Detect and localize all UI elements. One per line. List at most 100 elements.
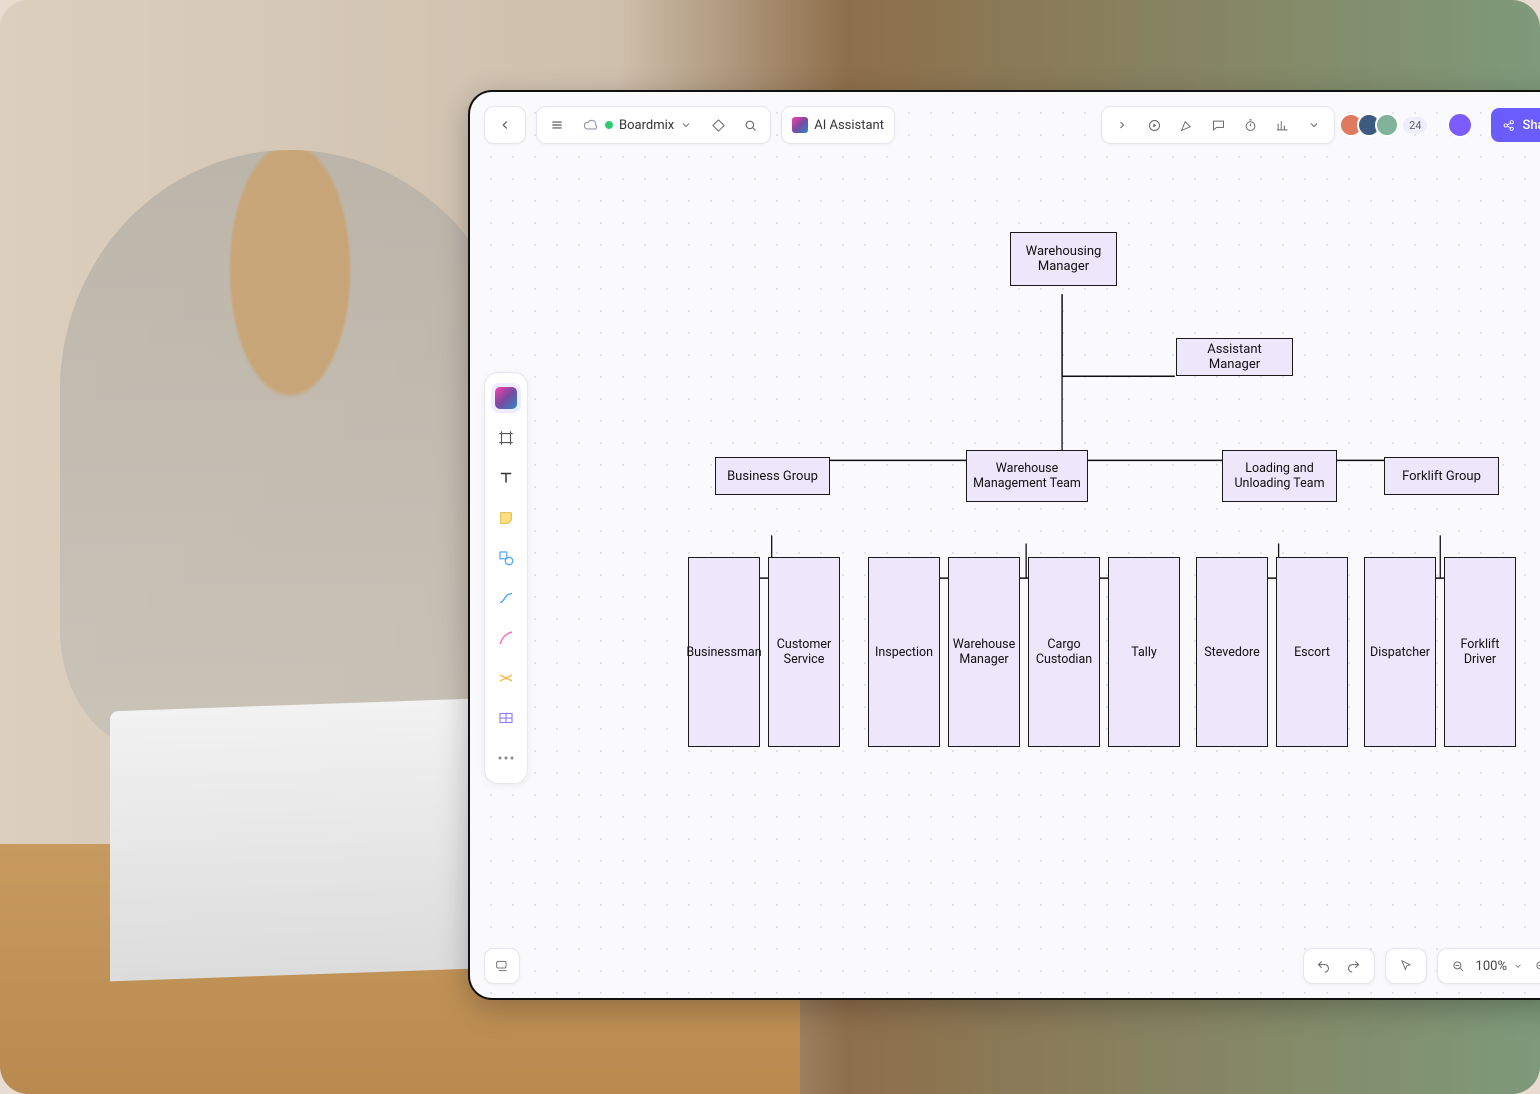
celebrate-button[interactable] bbox=[1172, 111, 1200, 139]
doc-name-label: Boardmix bbox=[619, 118, 674, 133]
minimap-button[interactable] bbox=[484, 948, 520, 984]
menu-button[interactable] bbox=[543, 111, 571, 139]
connector-icon bbox=[497, 589, 515, 607]
doc-title[interactable]: Boardmix bbox=[575, 117, 700, 133]
node-loading-unloading-team[interactable]: Loading and Unloading Team bbox=[1222, 450, 1337, 502]
table-tool[interactable] bbox=[491, 703, 521, 733]
text-tool[interactable] bbox=[491, 463, 521, 493]
node-dispatcher[interactable]: Dispatcher bbox=[1364, 557, 1436, 747]
node-label: Cargo Custodian bbox=[1035, 637, 1093, 667]
nav-group bbox=[484, 106, 526, 144]
connector-tool[interactable] bbox=[491, 583, 521, 613]
background-photo: Boardmix AI Assistant bbox=[0, 0, 1540, 1094]
node-label: Customer Service bbox=[775, 637, 833, 667]
cloud-icon bbox=[583, 117, 599, 133]
comment-button[interactable] bbox=[1204, 111, 1232, 139]
pointer-group bbox=[1385, 948, 1427, 984]
node-label: Tally bbox=[1131, 645, 1157, 660]
zoom-level[interactable]: 100% bbox=[1476, 959, 1507, 974]
table-icon bbox=[497, 709, 515, 727]
actions-group bbox=[1101, 106, 1335, 144]
node-business-group[interactable]: Business Group bbox=[715, 457, 830, 495]
node-assistant-manager[interactable]: Assistant Manager bbox=[1176, 338, 1293, 376]
undo-button[interactable] bbox=[1312, 954, 1336, 978]
timer-button[interactable] bbox=[1236, 111, 1264, 139]
current-user-avatar[interactable] bbox=[1447, 112, 1473, 138]
node-label: Forklift Group bbox=[1402, 469, 1481, 484]
chevron-left-icon bbox=[498, 118, 512, 132]
highlight-tool[interactable] bbox=[491, 663, 521, 693]
node-customer-service[interactable]: Customer Service bbox=[768, 557, 840, 747]
text-icon bbox=[497, 469, 515, 487]
chevron-right-icon bbox=[1116, 119, 1128, 131]
pen-icon bbox=[497, 629, 515, 647]
node-inspection[interactable]: Inspection bbox=[868, 557, 940, 747]
timer-icon bbox=[1243, 118, 1258, 133]
pointer-button[interactable] bbox=[1394, 954, 1418, 978]
ai-label: AI Assistant bbox=[814, 118, 884, 133]
zoom-in-button[interactable] bbox=[1529, 954, 1540, 978]
person-silhouette bbox=[60, 150, 520, 750]
top-toolbar: Boardmix AI Assistant bbox=[484, 104, 1540, 146]
ai-assistant-button[interactable]: AI Assistant bbox=[781, 106, 895, 144]
more-tools[interactable] bbox=[491, 743, 521, 773]
redo-button[interactable] bbox=[1342, 954, 1366, 978]
tag-icon bbox=[711, 118, 726, 133]
doc-group: Boardmix bbox=[536, 106, 771, 144]
search-icon bbox=[743, 118, 758, 133]
dots-icon bbox=[498, 756, 514, 760]
tag-button[interactable] bbox=[704, 111, 732, 139]
expand-button[interactable] bbox=[1108, 111, 1136, 139]
node-label: Escort bbox=[1294, 645, 1330, 660]
logo-icon bbox=[495, 387, 517, 409]
view-controls: 100% bbox=[1303, 948, 1540, 984]
node-label: Warehouse Manager bbox=[953, 637, 1015, 667]
search-button[interactable] bbox=[736, 111, 764, 139]
node-label: Inspection bbox=[875, 645, 933, 660]
node-warehousing-manager[interactable]: Warehousing Manager bbox=[1010, 232, 1117, 286]
node-businessman[interactable]: Businessman bbox=[688, 557, 760, 747]
node-forklift-group[interactable]: Forklift Group bbox=[1384, 457, 1499, 495]
frame-icon bbox=[497, 429, 515, 447]
chart-button[interactable] bbox=[1268, 111, 1296, 139]
pen-tool[interactable] bbox=[491, 623, 521, 653]
node-forklift-driver[interactable]: Forklift Driver bbox=[1444, 557, 1516, 747]
redo-icon bbox=[1346, 959, 1361, 974]
share-button[interactable]: Share bbox=[1491, 108, 1540, 142]
chevron-down-icon bbox=[1308, 119, 1320, 131]
sticky-note-icon bbox=[497, 509, 515, 527]
undo-redo-group bbox=[1303, 948, 1375, 984]
confetti-icon bbox=[1179, 118, 1194, 133]
node-label: Warehousing Manager bbox=[1017, 244, 1110, 274]
node-label: Forklift Driver bbox=[1451, 637, 1509, 667]
node-escort[interactable]: Escort bbox=[1276, 557, 1348, 747]
play-circle-icon bbox=[1147, 118, 1162, 133]
node-warehouse-mgmt-team[interactable]: Warehouse Management Team bbox=[966, 450, 1088, 502]
sticky-note-tool[interactable] bbox=[491, 503, 521, 533]
node-label: Businessman bbox=[686, 645, 761, 660]
chevron-down-icon bbox=[680, 119, 692, 131]
tool-rail bbox=[484, 372, 528, 784]
laptop bbox=[110, 697, 530, 982]
frame-tool[interactable] bbox=[491, 423, 521, 453]
back-button[interactable] bbox=[491, 111, 519, 139]
node-warehouse-manager[interactable]: Warehouse Manager bbox=[948, 557, 1020, 747]
more-actions-button[interactable] bbox=[1300, 111, 1328, 139]
templates-tool[interactable] bbox=[491, 383, 521, 413]
present-button[interactable] bbox=[1140, 111, 1168, 139]
shape-tool[interactable] bbox=[491, 543, 521, 573]
participant-avatars[interactable]: 24 bbox=[1345, 113, 1427, 137]
chart-icon bbox=[1275, 118, 1290, 133]
node-stevedore[interactable]: Stevedore bbox=[1196, 557, 1268, 747]
node-label: Loading and Unloading Team bbox=[1229, 461, 1330, 491]
hamburger-icon bbox=[550, 118, 564, 132]
chevron-down-icon bbox=[1513, 961, 1523, 971]
node-cargo-custodian[interactable]: Cargo Custodian bbox=[1028, 557, 1100, 747]
undo-icon bbox=[1316, 959, 1331, 974]
node-label: Assistant Manager bbox=[1183, 342, 1286, 372]
node-tally[interactable]: Tally bbox=[1108, 557, 1180, 747]
org-chart[interactable]: Warehousing Manager Assistant Manager Bu… bbox=[620, 232, 1540, 878]
share-label: Share bbox=[1522, 118, 1540, 133]
zoom-out-button[interactable] bbox=[1446, 954, 1470, 978]
sync-status-dot bbox=[605, 121, 613, 129]
